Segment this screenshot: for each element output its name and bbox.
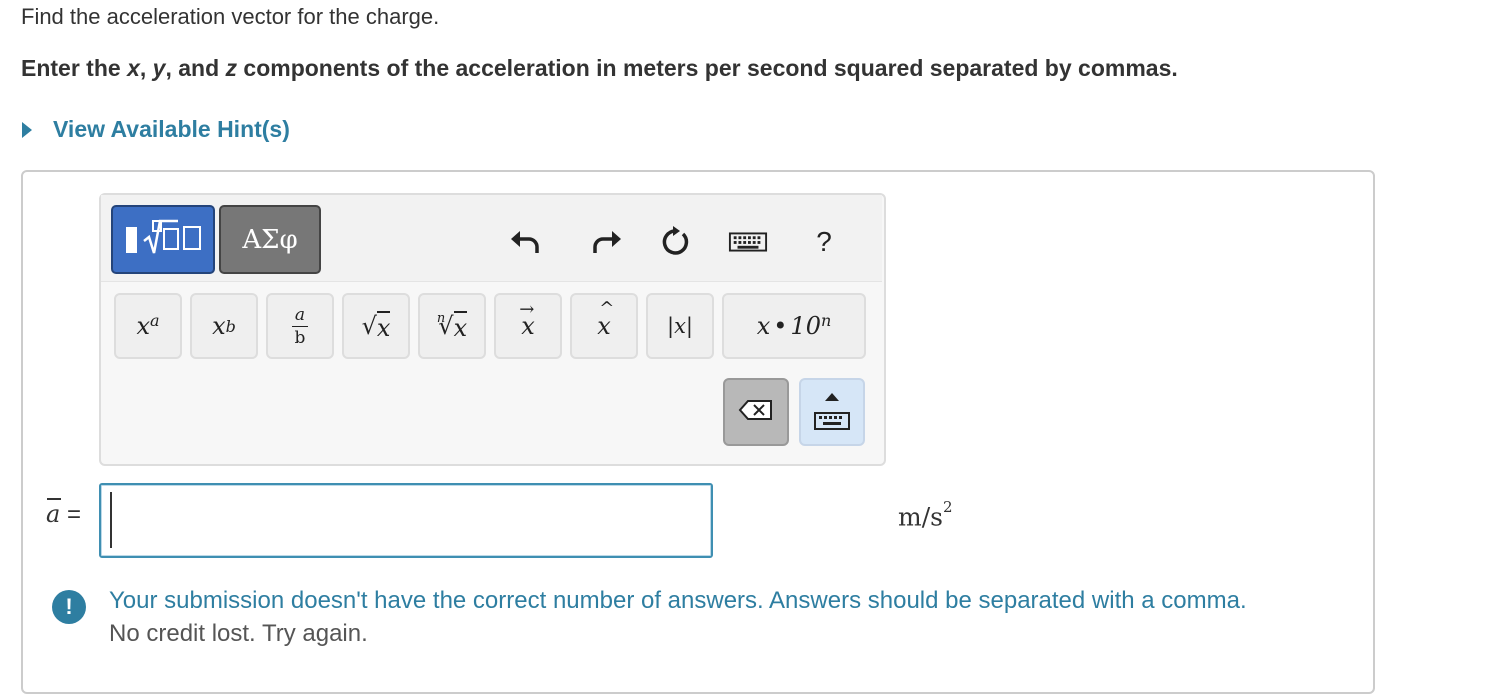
- view-hints-link[interactable]: View Available Hint(s): [22, 116, 290, 143]
- answer-input[interactable]: [99, 483, 713, 558]
- toggle-up-icon: [824, 389, 840, 407]
- sci-exp: n: [820, 310, 832, 330]
- question-instruction: Enter the x, y, and z components of the …: [21, 55, 1178, 82]
- redo-icon[interactable]: [586, 222, 626, 262]
- hint-label: View Available Hint(s): [53, 116, 290, 142]
- instruction-y: y: [152, 55, 166, 81]
- vector-key[interactable]: → x: [494, 293, 562, 359]
- instruction-x: x: [127, 55, 140, 81]
- unitvec-base-wrap: ^ x: [597, 298, 614, 340]
- fraction-bar: [292, 325, 308, 327]
- instruction-z: z: [225, 55, 238, 81]
- undo-icon[interactable]: [506, 222, 546, 262]
- fraction-key[interactable]: a b: [266, 293, 334, 359]
- answer-unit: m/s2: [898, 498, 953, 532]
- backspace-button[interactable]: [723, 378, 789, 446]
- subscript-key[interactable]: xb: [190, 293, 258, 359]
- subscript-sub: b: [225, 316, 236, 336]
- expand-triangle-icon: [22, 121, 32, 138]
- templates-tab[interactable]: [111, 205, 215, 274]
- feedback-note: No credit lost. Try again.: [109, 620, 368, 647]
- sqrt-icon: √: [361, 312, 377, 340]
- hat-icon: ^: [599, 298, 615, 319]
- keyboard-toggle-button[interactable]: [799, 378, 865, 446]
- sci-ten: 10: [790, 312, 821, 340]
- power-base: x: [136, 312, 150, 340]
- sci-notation-key[interactable]: x • 10 n: [722, 293, 866, 359]
- power-exp: a: [150, 310, 160, 330]
- reset-icon[interactable]: [655, 222, 695, 262]
- keyboard-icon: [814, 411, 850, 436]
- instruction-pre: Enter the: [21, 55, 128, 81]
- greek-tab[interactable]: ΑΣφ: [219, 205, 321, 274]
- keyboard-icon[interactable]: [728, 222, 768, 262]
- warning-icon: !: [52, 590, 86, 624]
- fraction-den: b: [294, 327, 306, 348]
- nthroot-index: n: [436, 310, 446, 326]
- sci-base: x: [756, 312, 771, 340]
- feedback-message: Your submission doesn't have the correct…: [109, 587, 1247, 614]
- answer-var: a: [46, 500, 61, 528]
- answer-eq: =: [60, 501, 81, 528]
- nthroot-radicand: x: [453, 310, 468, 342]
- unit-exp: 2: [942, 498, 953, 516]
- vector-arrow-icon: →: [519, 299, 535, 320]
- power-key[interactable]: xa: [114, 293, 182, 359]
- help-icon[interactable]: ?: [804, 222, 844, 262]
- instruction-post: components of the acceleration in meters…: [237, 55, 1178, 81]
- vector-base-wrap: → x: [519, 299, 535, 340]
- unit-vector-key[interactable]: ^ x: [570, 293, 638, 359]
- question-prompt: Find the acceleration vector for the cha…: [21, 4, 440, 29]
- sqrt-radicand: x: [376, 310, 391, 342]
- backspace-icon: [738, 399, 774, 426]
- sqrt-key[interactable]: √ x: [342, 293, 410, 359]
- instruction-and: , and: [165, 55, 226, 81]
- text-caret: [110, 492, 112, 548]
- nthroot-key[interactable]: n √ x: [418, 293, 486, 359]
- unit-base: m/s: [898, 502, 943, 532]
- fraction-num: a: [294, 304, 306, 325]
- templates-icon: [120, 215, 206, 264]
- subscript-base: x: [212, 312, 226, 340]
- abs-key[interactable]: |x|: [646, 293, 714, 359]
- answer-label: a =: [46, 500, 81, 529]
- instruction-comma: ,: [139, 55, 153, 81]
- sci-dot: •: [773, 312, 788, 340]
